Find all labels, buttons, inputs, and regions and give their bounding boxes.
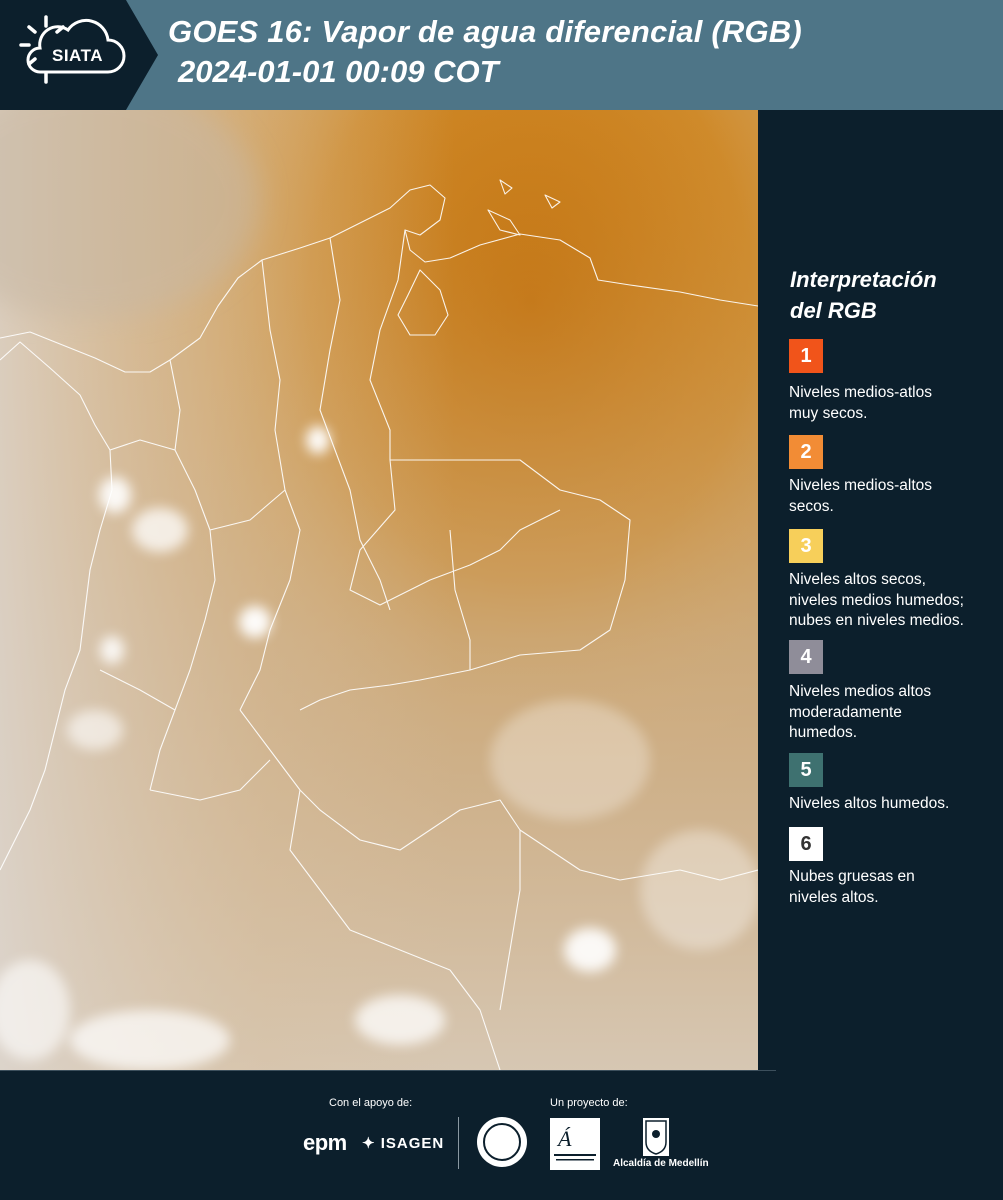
legend-text-3-line1: Niveles altos secos, [789,571,926,588]
alcaldia-shield-logo [643,1118,669,1156]
legend-text-2-line2: secos. [789,497,834,515]
legend-number-3: 3 [800,534,812,557]
legend-text-6-line2: niveles altos. [789,888,879,906]
legend-text-3-line3: nubes en niveles medios. [789,612,964,629]
legend-text-3: Niveles altos secos, niveles medios hume… [789,570,999,632]
footer-logo-divider [458,1117,459,1169]
page-title: GOES 16: Vapor de agua diferencial (RGB) [168,14,802,49]
legend-text-2: Niveles medios-altos secos. [789,476,999,517]
alcaldia-label: Alcaldía de Medellín [613,1158,709,1169]
legend-number-1: 1 [800,344,812,367]
legend-title: Interpretación del RGB [790,264,990,326]
legend-swatch-2: 2 [789,435,823,469]
footer-bar: Con el apoyo de: Un proyecto de: epm ✦ I… [0,1070,1003,1200]
legend-swatch-5: 5 [789,753,823,787]
legend-text-1-line1: Niveles medios-atlos [789,384,932,401]
legend-number-6: 6 [800,832,812,855]
support-label: Con el apoyo de: [329,1097,413,1109]
area-metropolitana-logo: Á [550,1118,600,1170]
legend-text-4: Niveles medios altos moderadamente humed… [789,682,999,744]
university-seal-logo [477,1117,527,1167]
legend-text-4-line2: moderadamente [789,703,902,721]
legend-text-4-line1: Niveles medios altos [789,683,932,700]
legend-swatch-4: 4 [789,640,823,674]
legend-text-3-line2: niveles medios humedos; [789,591,964,609]
siata-logo: SIATA [0,0,158,110]
legend-number-4: 4 [800,645,812,668]
project-label: Un proyecto de: [550,1097,628,1109]
legend-text-6: Nubes gruesas en niveles altos. [789,867,999,908]
isagen-logo: ✦ ISAGEN [362,1135,445,1152]
legend-text-5: Niveles altos humedos. [789,794,999,815]
legend-text-1-line2: muy secos. [789,404,868,422]
legend-swatch-6: 6 [789,827,823,861]
legend-text-5-line1: Niveles altos humedos. [789,795,950,812]
legend-number-5: 5 [800,758,812,781]
legend-text-6-line1: Nubes gruesas en [789,868,915,885]
legend-swatch-1: 1 [789,339,823,373]
legend-title-line2: del RGB [790,298,877,323]
footer-divider-line [0,1070,776,1071]
legend-title-line1: Interpretación [790,267,937,292]
timestamp: 2024-01-01 00:09 COT [178,54,499,89]
epm-logo: epm [303,1130,347,1155]
svg-text:Á: Á [556,1126,572,1151]
legend-swatch-3: 3 [789,529,823,563]
isagen-logo-text: ISAGEN [380,1135,445,1152]
legend-text-1: Niveles medios-atlos muy secos. [789,383,999,424]
legend-text-4-line3: humedos. [789,724,858,741]
legend-panel: Interpretación del RGB 1 Niveles medios-… [758,110,1003,1070]
siata-logo-text: SIATA [52,46,103,65]
legend-number-2: 2 [800,440,812,463]
header-bar: SIATA GOES 16: Vapor de agua diferencial… [0,0,1003,110]
legend-text-2-line1: Niveles medios-altos [789,477,932,494]
satellite-map[interactable] [0,110,758,1070]
